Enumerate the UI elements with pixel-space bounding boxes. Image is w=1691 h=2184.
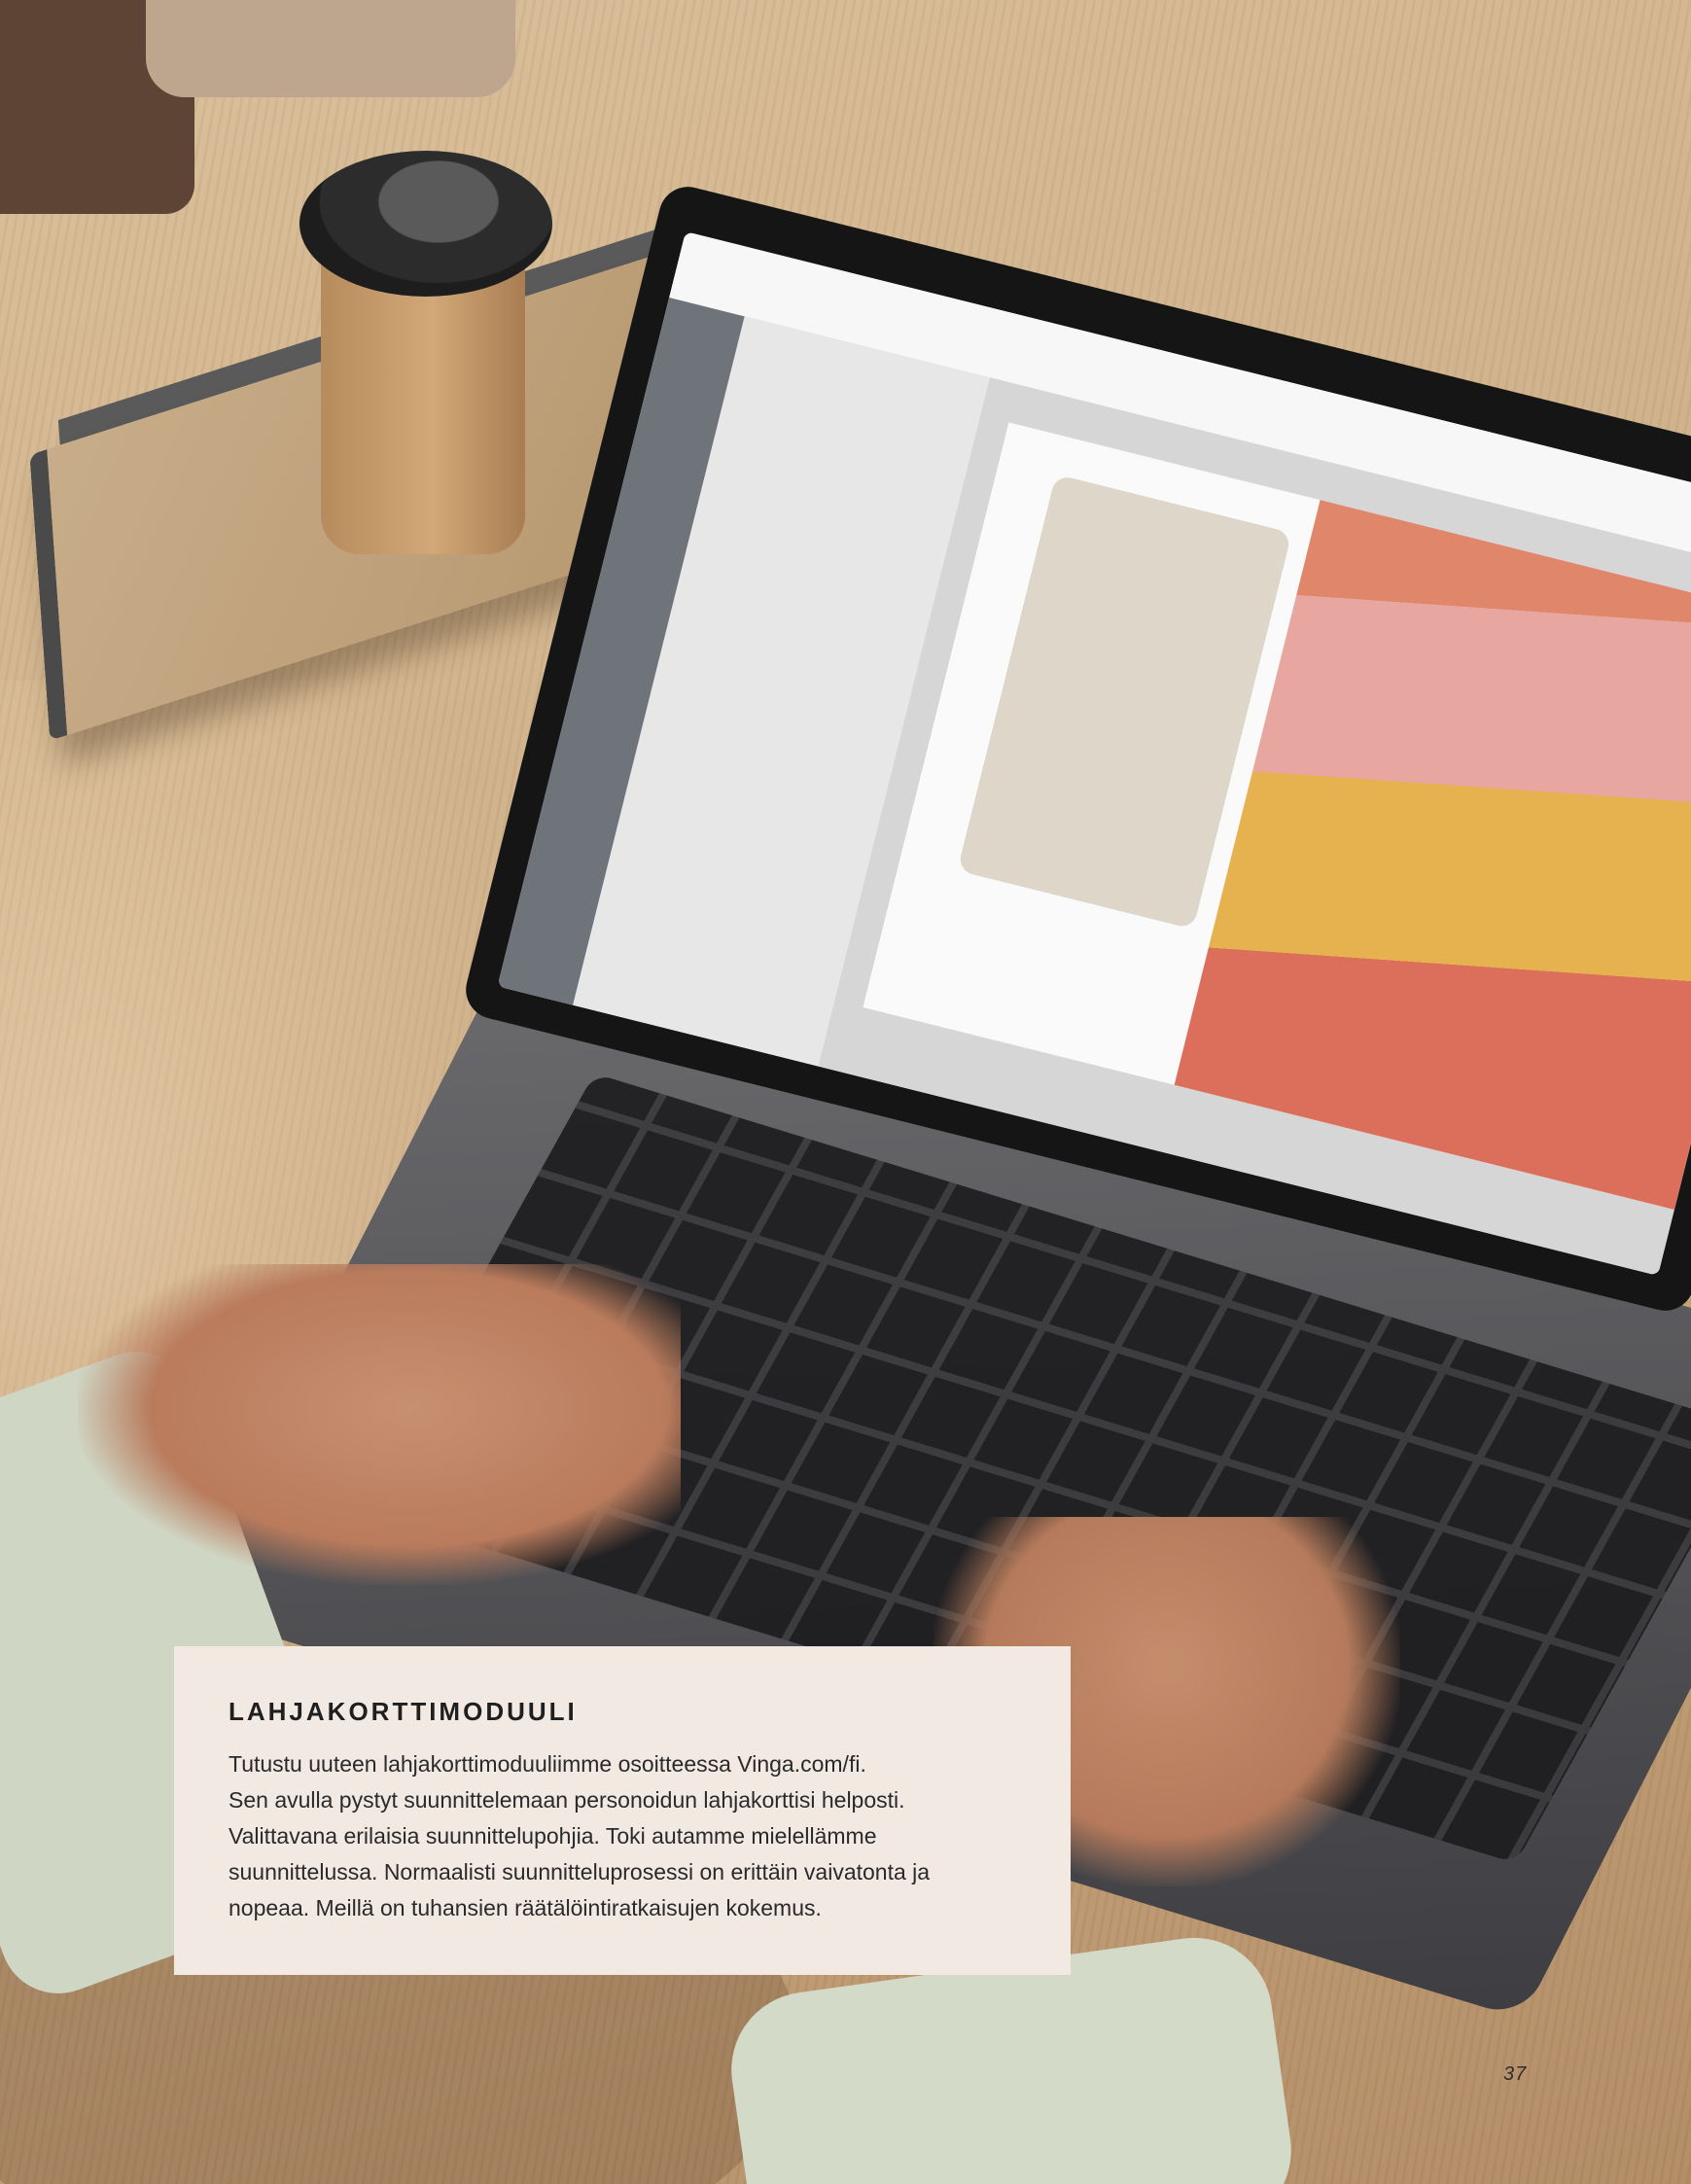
info-line: nopeaa. Meillä on tuhansien räätälöintir… <box>229 1895 822 1920</box>
info-box: LAHJAKORTTIMODUULI Tutustu uuteen lahjak… <box>174 1646 1071 1975</box>
info-heading: LAHJAKORTTIMODUULI <box>229 1697 578 1726</box>
info-body: Tutustu uuteen lahjakorttimoduuliimme os… <box>229 1746 1016 1926</box>
info-line: Sen avulla pystyt suunnittelemaan person… <box>229 1787 905 1813</box>
left-hand <box>78 1264 681 1585</box>
coffee-cup-lid <box>299 151 552 297</box>
info-line: Valittavana erilaisia suunnittelupohjia.… <box>229 1823 877 1849</box>
info-line: suunnittelussa. Normaalisti suunnittelup… <box>229 1859 931 1885</box>
info-line: Tutustu uuteen lahjakorttimoduuliimme os… <box>229 1751 866 1777</box>
wall <box>146 0 515 97</box>
page-number: 37 <box>1503 2063 1528 2085</box>
